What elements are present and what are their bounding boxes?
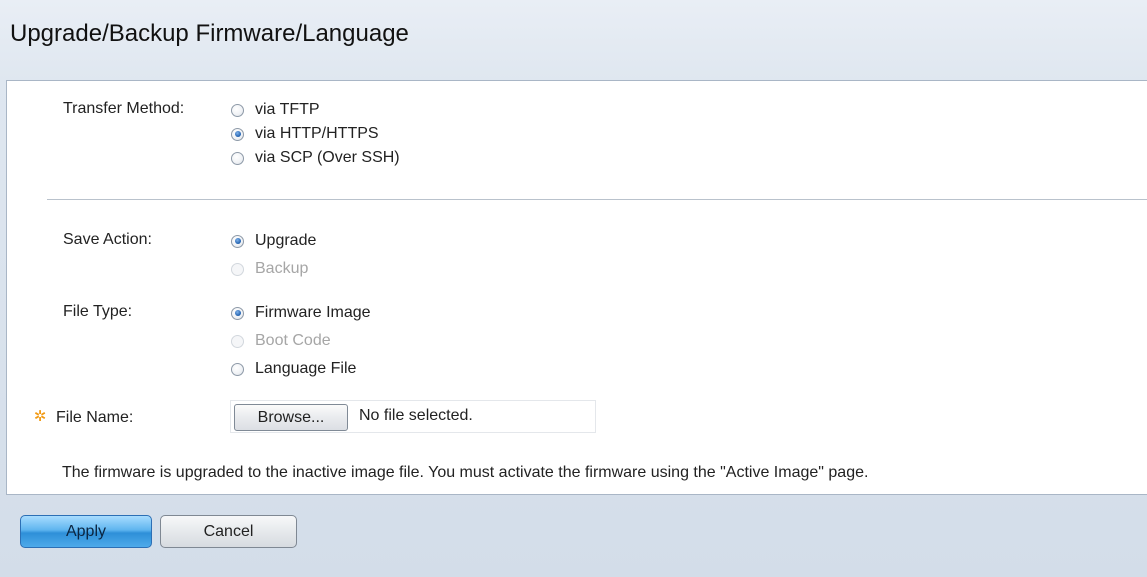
radio-via-http-https[interactable]: via HTTP/HTTPS xyxy=(231,123,379,145)
transfer-method-label: Transfer Method: xyxy=(63,100,185,117)
radio-label: Firmware Image xyxy=(255,304,371,321)
page-title: Upgrade/Backup Firmware/Language xyxy=(10,20,409,47)
page: Upgrade/Backup Firmware/Language Transfe… xyxy=(0,0,1147,577)
save-action-label: Save Action: xyxy=(63,231,152,248)
firmware-note: The firmware is upgraded to the inactive… xyxy=(62,464,869,481)
radio-boot-code: Boot Code xyxy=(231,330,331,352)
radio-label: via HTTP/HTTPS xyxy=(255,125,379,142)
file-type-label: File Type: xyxy=(63,303,133,320)
radio-label: via TFTP xyxy=(255,101,320,118)
file-name-label: File Name: xyxy=(56,409,134,426)
radio-via-tftp[interactable]: via TFTP xyxy=(231,99,320,121)
radio-firmware-image[interactable]: Firmware Image xyxy=(231,302,371,324)
radio-language-file[interactable]: Language File xyxy=(231,358,356,380)
radio-label: Upgrade xyxy=(255,232,317,249)
file-status-text: No file selected. xyxy=(359,407,473,424)
file-input[interactable]: Browse... No file selected. xyxy=(230,400,596,433)
radio-icon[interactable] xyxy=(231,103,244,117)
radio-label: Boot Code xyxy=(255,332,331,349)
radio-label: via SCP (Over SSH) xyxy=(255,149,400,166)
browse-button[interactable]: Browse... xyxy=(234,404,348,431)
apply-button[interactable]: Apply xyxy=(20,515,152,548)
cancel-button[interactable]: Cancel xyxy=(160,515,297,548)
radio-icon[interactable] xyxy=(231,151,244,165)
radio-icon[interactable] xyxy=(231,362,244,376)
radio-disabled-icon xyxy=(231,262,244,276)
radio-via-scp[interactable]: via SCP (Over SSH) xyxy=(231,147,400,169)
radio-backup: Backup xyxy=(231,258,308,280)
required-asterisk-icon: ✲ xyxy=(33,408,47,425)
section-divider xyxy=(47,199,1147,200)
radio-checked-icon[interactable] xyxy=(231,127,244,141)
radio-disabled-icon xyxy=(231,334,244,348)
radio-checked-icon[interactable] xyxy=(231,234,244,248)
radio-checked-icon[interactable] xyxy=(231,306,244,320)
radio-label: Backup xyxy=(255,260,309,277)
radio-upgrade[interactable]: Upgrade xyxy=(231,230,316,252)
radio-label: Language File xyxy=(255,360,357,377)
